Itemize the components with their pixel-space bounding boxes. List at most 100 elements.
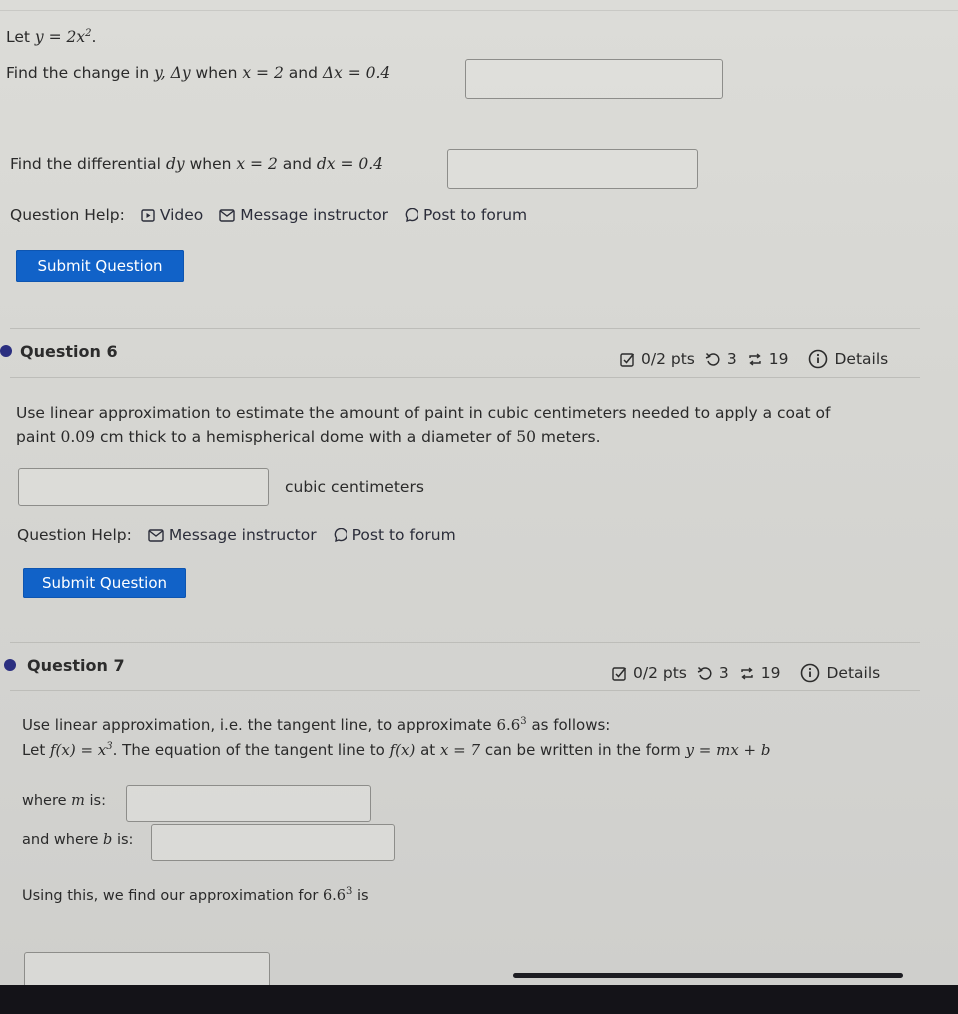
q7-details-link[interactable]: Details xyxy=(800,663,880,683)
q5-submit-button[interactable]: Submit Question xyxy=(16,250,184,282)
text: is: xyxy=(116,832,134,848)
part1-prefix: Find the change in xyxy=(6,64,150,82)
video-link[interactable]: Video xyxy=(141,206,203,224)
function-definition: f(x) = x xyxy=(49,741,107,759)
dy-answer-input[interactable] xyxy=(447,149,698,189)
b-label: and where b is: xyxy=(22,832,133,848)
message-instructor-label: Message instructor xyxy=(240,206,389,224)
q7-attempts: 19 xyxy=(760,664,781,682)
post-to-forum-link[interactable]: Post to forum xyxy=(404,206,527,224)
intro-exponent: 2 xyxy=(85,28,92,39)
text: Let xyxy=(22,741,46,759)
line-form: y = mx + b xyxy=(685,741,771,759)
q5-intro: Let y = 2x2. xyxy=(6,28,97,47)
when-text: when xyxy=(195,64,238,82)
q7-status-dot xyxy=(4,659,16,671)
bottom-rule xyxy=(513,973,903,978)
q6-body-line1: Use linear approximation to estimate the… xyxy=(16,404,831,422)
q5-question-help: Question Help: Video Message instructor … xyxy=(10,206,527,224)
text: as follows: xyxy=(531,716,611,734)
top-divider xyxy=(0,10,958,11)
m-var: m xyxy=(71,793,85,809)
q5-part2-prompt: Find the differential dy when x = 2 and … xyxy=(10,155,383,173)
b-var: b xyxy=(103,832,113,848)
screen-bezel xyxy=(0,985,958,1014)
message-instructor-link[interactable]: Message instructor xyxy=(148,526,317,544)
var-y: y, xyxy=(154,64,166,82)
text: is: xyxy=(89,793,106,809)
paint-volume-answer-input[interactable] xyxy=(18,468,269,506)
x-value: x = 7 xyxy=(439,741,481,759)
text: and where xyxy=(22,832,99,848)
x-equals: x = 2 xyxy=(242,64,284,82)
diameter-value: 50 xyxy=(516,428,536,446)
approx-exponent: 3 xyxy=(346,886,353,897)
checkbox-score-icon xyxy=(620,352,635,367)
approx-exponent: 3 xyxy=(520,716,527,727)
q6-body-line2: paint 0.09 cm thick to a hemispherical d… xyxy=(16,428,601,446)
intercept-b-input[interactable] xyxy=(151,824,395,861)
q5-part1-prompt: Find the change in y, Δy when x = 2 and … xyxy=(6,64,390,82)
q7-score: 0/2 pts xyxy=(633,664,687,682)
function-ref: f(x) xyxy=(389,741,416,759)
q7-line2: Let f(x) = x3. The equation of the tange… xyxy=(22,741,770,759)
and-text: and xyxy=(282,155,312,173)
envelope-icon xyxy=(148,528,164,542)
text: . The equation of the tangent line to xyxy=(112,741,385,759)
q6-title: Question 6 xyxy=(20,342,118,361)
post-to-forum-label: Post to forum xyxy=(423,206,528,224)
post-to-forum-link[interactable]: Post to forum xyxy=(333,526,456,544)
text: Using this, we find our approximation fo… xyxy=(22,887,319,904)
q6-header-divider xyxy=(10,377,920,378)
q7-retries: 3 xyxy=(718,664,729,682)
attempts-icon xyxy=(741,666,753,680)
video-label: Video xyxy=(159,206,204,224)
delta-y-answer-input[interactable] xyxy=(465,59,723,99)
q6-score: 0/2 pts xyxy=(641,350,695,368)
approx-base: 6.6 xyxy=(322,887,347,904)
speech-bubble-icon xyxy=(334,527,347,542)
text: at xyxy=(420,741,436,759)
dx-equals: dx = 0.4 xyxy=(316,155,384,173)
attempts-icon xyxy=(749,352,761,366)
info-icon xyxy=(809,349,828,369)
text: Use linear approximation, i.e. the tange… xyxy=(22,716,492,734)
q7-meta: 0/2 pts 3 19 Details xyxy=(612,663,880,683)
q7-line1: Use linear approximation, i.e. the tange… xyxy=(22,716,610,734)
q7-details-label: Details xyxy=(826,664,881,682)
approximation-answer-input[interactable] xyxy=(24,952,270,989)
approx-label: Using this, we find our approximation fo… xyxy=(22,886,369,904)
message-instructor-label: Message instructor xyxy=(168,526,317,544)
intro-equation: y = 2x xyxy=(34,28,86,47)
retry-icon xyxy=(697,666,712,680)
thickness-value: 0.09 xyxy=(60,428,95,446)
approx-base: 6.6 xyxy=(496,716,521,734)
when-text: when xyxy=(189,155,232,173)
q6-details-link[interactable]: Details xyxy=(808,349,888,369)
q6-details-label: Details xyxy=(834,350,889,368)
slope-m-input[interactable] xyxy=(126,785,371,822)
m-label: where m is: xyxy=(22,793,106,809)
text: where xyxy=(22,793,67,809)
delta-x-equals: Δx = 0.4 xyxy=(322,64,391,82)
text: is xyxy=(357,887,369,904)
part2-prefix: Find the differential xyxy=(10,155,161,173)
checkbox-score-icon xyxy=(612,666,627,681)
post-to-forum-label: Post to forum xyxy=(351,526,456,544)
speech-bubble-icon xyxy=(405,207,419,222)
message-instructor-link[interactable]: Message instructor xyxy=(219,206,388,224)
q6-unit-label: cubic centimeters xyxy=(285,478,424,496)
q6-question-help: Question Help: Message instructor Post t… xyxy=(17,526,456,544)
q7-header-divider xyxy=(10,690,920,691)
q6-top-divider xyxy=(10,328,920,329)
text: can be written in the form xyxy=(484,741,681,759)
q6-submit-button[interactable]: Submit Question xyxy=(23,568,186,598)
dy-var: dy xyxy=(165,155,185,173)
text: paint xyxy=(16,428,56,446)
retry-icon xyxy=(705,352,720,366)
question-help-label: Question Help: xyxy=(10,206,125,224)
delta-y: Δy xyxy=(170,64,191,82)
q6-attempts: 19 xyxy=(768,350,789,368)
q6-status-dot xyxy=(0,345,12,357)
video-icon xyxy=(141,208,155,222)
